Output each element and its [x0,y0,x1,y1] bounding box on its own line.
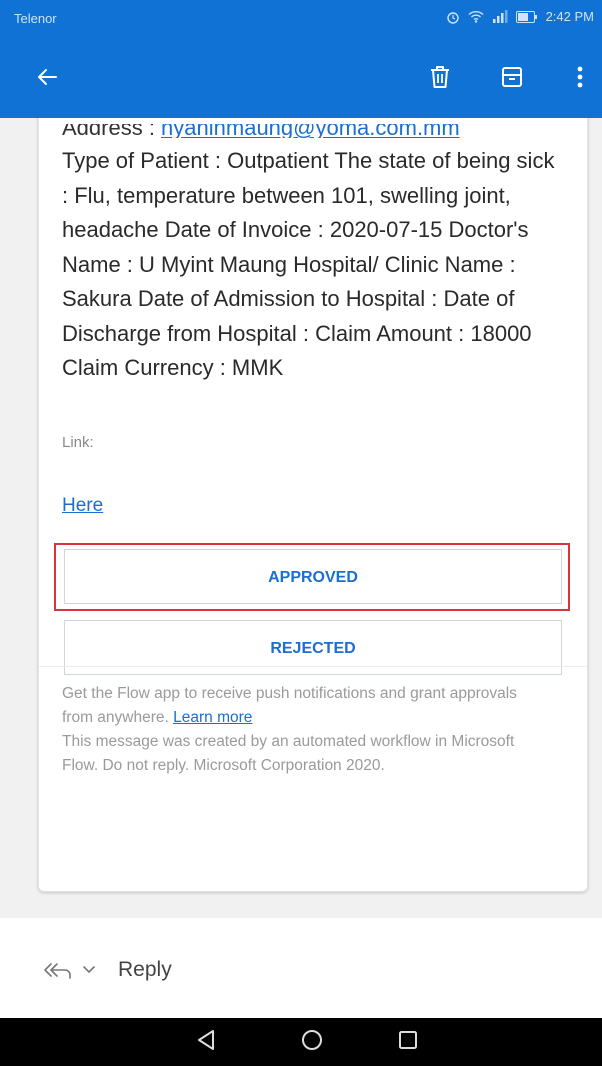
back-button[interactable] [32,64,62,94]
approved-highlight-box [54,543,570,611]
claim-details-text: Type of Patient : Outpatient The state o… [62,148,555,380]
status-icons: 2:42 PM [446,9,594,24]
circle-home-icon [301,1029,323,1056]
learn-more-link[interactable]: Learn more [173,709,252,726]
here-link[interactable]: Here [62,495,103,517]
more-vertical-icon [577,66,583,93]
status-bar: Telenor 2:42 PM [0,0,602,40]
square-recents-icon [398,1030,418,1055]
footer-flow-app-text: Get the Flow app to receive push notific… [62,685,517,726]
link-label: Link: [62,434,94,451]
alarm-icon [446,10,460,24]
signal-icon [492,10,508,23]
carrier-name: Telenor [14,11,57,26]
nav-recents-button[interactable] [394,1028,422,1056]
archive-icon [501,66,523,93]
footer-text: Get the Flow app to receive push notific… [62,682,552,778]
message-content[interactable]: Address : nyaninmaung@yoma.com.mm Type o… [0,118,602,918]
more-options-button[interactable] [565,64,595,94]
divider [39,666,587,667]
email-toolbar [0,40,602,118]
reply-bar[interactable]: Reply [0,918,602,1018]
trash-icon [429,65,451,94]
triangle-back-icon [196,1029,216,1056]
archive-button[interactable] [497,64,527,94]
chevron-down-icon[interactable] [82,962,96,981]
wifi-icon [468,10,484,23]
battery-icon [515,10,538,23]
clock-time: 2:42 PM [545,9,594,24]
reply-all-icon[interactable] [42,960,72,985]
delete-button[interactable] [425,64,455,94]
reply-label[interactable]: Reply [118,958,172,982]
nav-back-button[interactable] [192,1028,220,1056]
footer-automated-text: This message was created by an automated… [62,733,515,774]
nav-home-button[interactable] [298,1028,326,1056]
arrow-left-icon [36,66,58,93]
system-nav-bar [0,1018,602,1066]
